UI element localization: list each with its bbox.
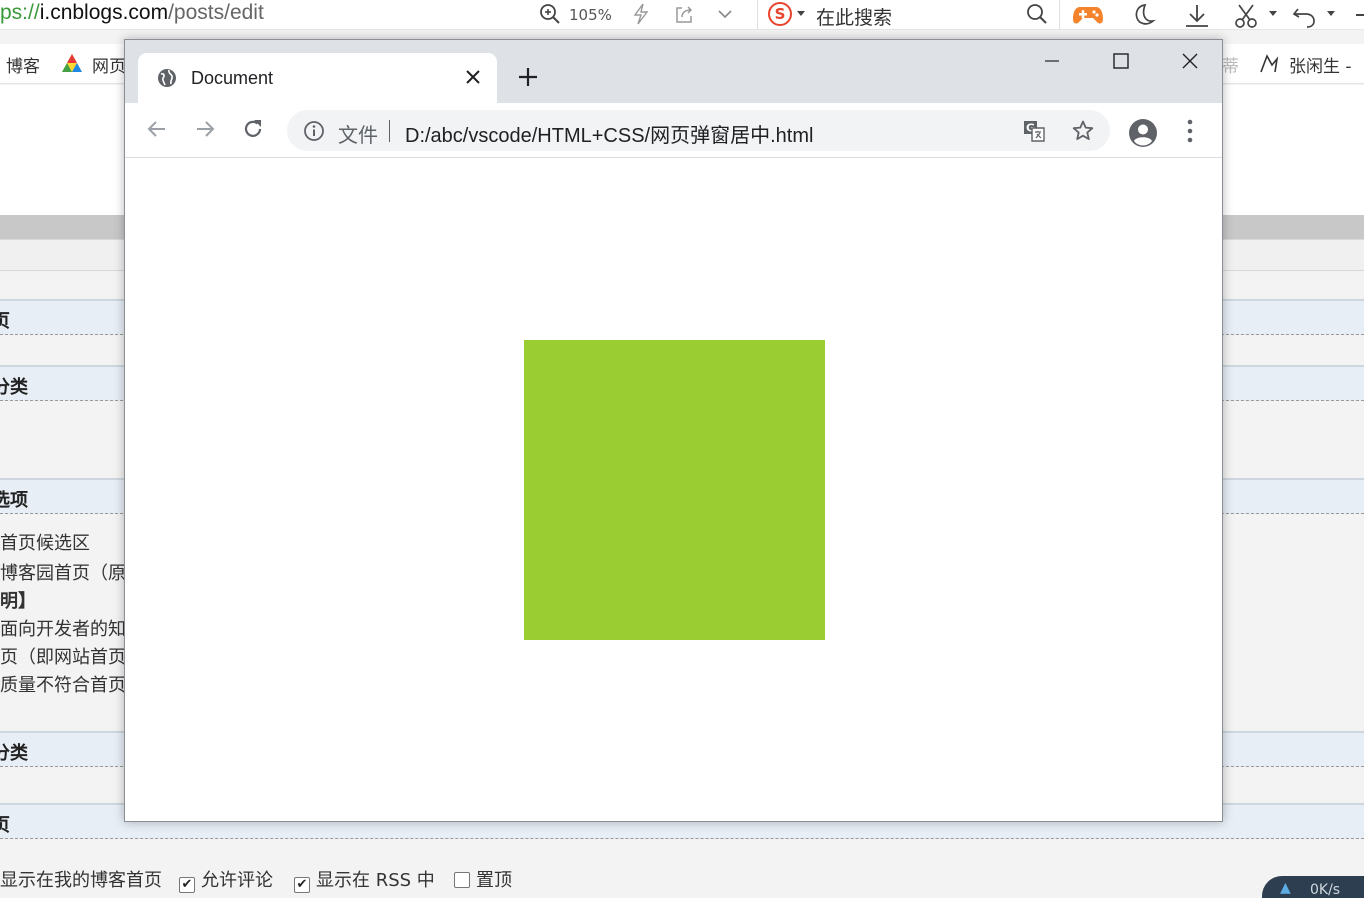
undo-icon[interactable] [1292,3,1320,29]
divider [389,120,390,142]
host-option-text: 首页候选区 [0,533,90,554]
overflow-dash-icon[interactable] [1356,14,1364,16]
more-menu-icon[interactable] [1183,118,1197,144]
option-label: 显示在 RSS 中 [316,870,435,891]
bookmark-web-icon [62,54,82,72]
host-search-input[interactable]: 在此搜索 [816,3,892,30]
divider [1059,0,1060,30]
browser-toolbar: 文件 D:/abc/vscode/HTML+CSS/网页弹窗居中.html G [125,103,1222,158]
address-bar[interactable]: 文件 D:/abc/vscode/HTML+CSS/网页弹窗居中.html G [287,110,1110,151]
host-url[interactable]: ps://i.cnblogs.com/posts/edit [0,1,264,25]
option-label: 显示在我的博客首页 [0,870,162,891]
centered-green-box [524,340,825,640]
back-arrow-icon[interactable] [145,117,169,141]
scissors-caret-icon[interactable] [1269,11,1277,16]
gamepad-icon[interactable] [1072,3,1104,27]
divider [757,0,758,30]
scissors-icon[interactable] [1233,3,1261,29]
host-section-label: 分类 [0,377,28,398]
bookmark-blog[interactable]: 博客 [6,52,40,77]
moon-icon[interactable] [1130,3,1156,27]
tab-strip: Document [125,40,1222,103]
account-icon[interactable] [1128,118,1158,148]
option-label: 允许评论 [201,870,273,891]
option-show-in-rss[interactable]: ✔ 显示在 RSS 中 [294,866,435,893]
host-section-label: 页 [0,815,10,836]
zoom-level[interactable]: 105% [569,6,612,24]
option-allow-comments[interactable]: ✔ 允许评论 [179,866,273,893]
host-option-text: 面向开发者的知 [0,619,126,640]
forward-arrow-icon[interactable] [193,117,217,141]
share-icon[interactable] [673,3,695,25]
undo-caret-icon[interactable] [1327,11,1335,16]
host-section-label: 选项 [0,490,28,511]
checkbox-unchecked[interactable] [454,872,470,888]
download-icon[interactable] [1183,3,1211,29]
lightning-icon[interactable] [632,3,650,25]
bookmark-web[interactable]: 网页 [92,52,126,77]
host-section-label: 页 [0,311,10,332]
close-icon[interactable] [464,68,482,86]
host-section-label: 分类 [0,743,28,764]
bookmark-faded[interactable]: 蒂 [1222,52,1239,77]
close-icon[interactable] [1166,50,1212,80]
option-show-on-blog-home[interactable]: 显示在我的博客首页 [0,866,162,892]
zoom-icon[interactable] [539,3,561,25]
chevron-down-icon[interactable] [716,3,734,25]
bookmark-user[interactable]: 张闲生 - [1289,52,1352,77]
network-speed-widget: ▲ 0K/s [1262,876,1364,898]
host-option-text: 博客园首页（原 [0,563,126,584]
upload-arrow-icon: ▲ [1280,880,1291,896]
tab-title: Document [191,68,274,88]
host-url-scheme: ps:// [0,1,40,24]
reload-icon[interactable] [241,117,265,141]
url-text[interactable]: D:/abc/vscode/HTML+CSS/网页弹窗居中.html [405,119,813,148]
search-engine-caret-icon[interactable] [797,11,805,16]
security-label[interactable]: 文件 [338,119,378,148]
search-engine-logo[interactable]: S [768,2,792,26]
host-address-bar: ps://i.cnblogs.com/posts/edit 105% S 在此搜… [0,0,1364,30]
minimize-icon[interactable] [1029,50,1075,80]
plus-icon[interactable] [517,66,539,88]
page-viewport [125,159,1222,821]
host-option-text: 明】 [0,591,36,612]
checkbox-checked[interactable]: ✔ [294,877,310,893]
option-pin-top[interactable]: 置顶 [454,866,512,892]
host-url-path: /posts/edit [168,1,264,24]
tab-document[interactable]: Document [138,53,497,103]
globe-icon [158,69,176,87]
option-label: 置顶 [476,870,512,891]
info-icon[interactable] [303,120,325,142]
host-url-domain: i.cnblogs.com [39,1,169,24]
translate-icon[interactable]: G [1022,119,1046,143]
maximize-icon[interactable] [1097,50,1143,80]
screen: ps://i.cnblogs.com/posts/edit 105% S 在此搜… [0,0,1364,898]
host-option-text: 质量不符合首页 [0,675,126,696]
network-speed-value: 0K/s [1310,882,1341,898]
search-icon[interactable] [1026,3,1048,25]
bookmark-star-icon[interactable] [1071,119,1095,143]
host-option-text: 页（即网站首页 [0,647,126,668]
bookmark-user-icon [1260,54,1279,73]
checkbox-checked[interactable]: ✔ [179,877,195,893]
chrome-window: Document 文件 D:/abc/vscode/HTML+CSS/网页弹窗居… [124,39,1223,822]
